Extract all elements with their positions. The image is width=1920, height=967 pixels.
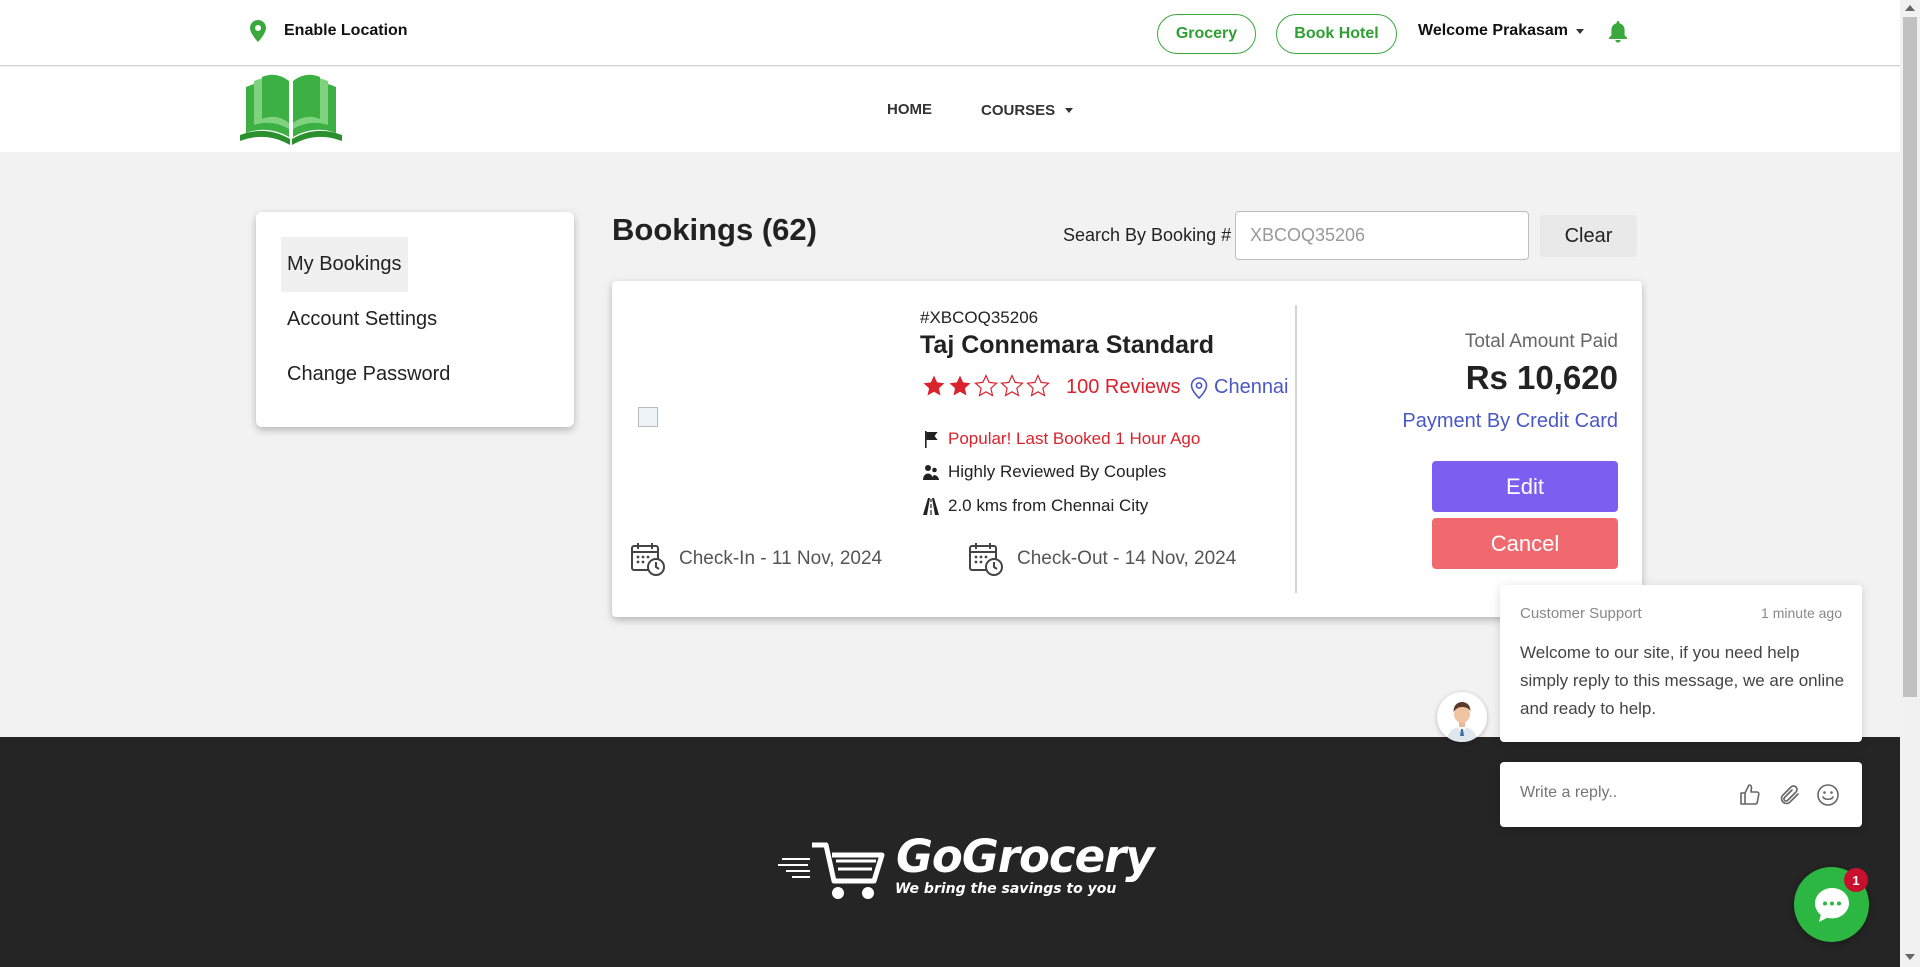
- nav-courses-dropdown[interactable]: COURSES: [981, 102, 1074, 119]
- user-menu[interactable]: Welcome Prakasam: [1418, 22, 1585, 40]
- main-navbar: HOME COURSES: [0, 67, 1900, 152]
- chevron-down-icon: [1065, 108, 1074, 113]
- nav-courses-label: COURSES: [981, 102, 1056, 119]
- thumbs-up-icon[interactable]: [1738, 783, 1762, 807]
- couples-text: Highly Reviewed By Couples: [948, 462, 1167, 481]
- book-hotel-button[interactable]: Book Hotel: [1276, 14, 1397, 54]
- smiley-icon[interactable]: [1816, 783, 1840, 807]
- amount-label: Total Amount Paid: [1464, 331, 1618, 352]
- page-title: Bookings (62): [612, 212, 817, 247]
- unread-badge: 1: [1844, 868, 1868, 892]
- booking-number: #XBCOQ35206: [920, 308, 1039, 327]
- sidebar-item-change-password[interactable]: Change Password: [281, 347, 456, 402]
- clear-button[interactable]: Clear: [1540, 215, 1637, 257]
- paperclip-icon[interactable]: [1778, 783, 1802, 807]
- calendar-clock-icon: [631, 543, 665, 576]
- distance-note: 2.0 kms from Chennai City: [923, 496, 1148, 516]
- booking-search-input[interactable]: [1235, 211, 1529, 260]
- chat-reply-box: [1500, 762, 1862, 827]
- location-pin-icon: [1190, 376, 1208, 399]
- checkout-date: Check-Out - 14 Nov, 2024: [968, 541, 1236, 577]
- book-logo[interactable]: [238, 73, 344, 147]
- account-sidebar: My Bookings Account Settings Change Pass…: [256, 212, 574, 427]
- hotel-location-link[interactable]: Chennai: [1190, 376, 1289, 399]
- hotel-image[interactable]: [638, 407, 658, 427]
- chat-sender: Customer Support: [1520, 605, 1642, 622]
- map-pin-icon: [250, 20, 266, 42]
- popular-note: Popular! Last Booked 1 Hour Ago: [923, 429, 1200, 449]
- couples-note: Highly Reviewed By Couples: [923, 462, 1166, 482]
- calendar-clock-icon: [969, 543, 1003, 576]
- flag-icon: [925, 430, 938, 448]
- brand-name: GoGrocery: [896, 830, 1155, 883]
- nav-home-link[interactable]: HOME: [887, 101, 932, 118]
- sidebar-item-account-settings[interactable]: Account Settings: [281, 292, 443, 347]
- star-filled-icon: [949, 375, 971, 396]
- star-empty-icon: [1000, 374, 1024, 397]
- edit-button[interactable]: Edit: [1432, 461, 1618, 512]
- scroll-thumb[interactable]: [1903, 17, 1917, 697]
- reviews-link[interactable]: 100 Reviews: [1066, 376, 1181, 399]
- star-filled-icon: [923, 375, 945, 396]
- scroll-up-icon[interactable]: [1905, 5, 1915, 11]
- chat-reply-input[interactable]: [1520, 784, 1720, 802]
- chat-timestamp: 1 minute ago: [1761, 605, 1842, 621]
- users-icon: [923, 464, 939, 480]
- welcome-label: Welcome Prakasam: [1418, 22, 1569, 39]
- support-agent-avatar: [1437, 692, 1487, 742]
- top-bar: Enable Location Grocery Book Hotel Welco…: [0, 0, 1900, 66]
- search-label: Search By Booking #: [1063, 225, 1232, 245]
- booking-card: #XBCOQ35206 Taj Connemara Standard 100 R…: [612, 281, 1642, 617]
- bell-icon[interactable]: [1608, 21, 1628, 43]
- card-divider: [1295, 305, 1297, 593]
- grocery-button[interactable]: Grocery: [1157, 14, 1256, 54]
- cart-logo: [778, 842, 885, 899]
- gogrocery-logo[interactable]: GoGrocery We bring the savings to you: [778, 830, 1155, 905]
- checkin-text: Check-In - 11 Nov, 2024: [679, 548, 883, 569]
- amount-value: Rs 10,620: [1465, 359, 1618, 396]
- checkout-text: Check-Out - 14 Nov, 2024: [1017, 548, 1237, 569]
- star-empty-icon: [974, 374, 998, 397]
- hotel-city: Chennai: [1214, 376, 1289, 398]
- chat-message-bubble[interactable]: Customer Support 1 minute ago Welcome to…: [1500, 585, 1862, 742]
- checkin-date: Check-In - 11 Nov, 2024: [630, 541, 882, 577]
- star-rating: [922, 374, 1050, 398]
- hotel-name[interactable]: Taj Connemara Standard: [920, 331, 1214, 360]
- scroll-down-icon[interactable]: [1905, 954, 1915, 960]
- sidebar-item-my-bookings[interactable]: My Bookings: [281, 237, 408, 292]
- road-icon: [923, 497, 939, 515]
- enable-location-label: Enable Location: [284, 22, 408, 39]
- chat-message-text: Welcome to our site, if you need help si…: [1520, 643, 1845, 718]
- chat-bubble-icon: [1815, 888, 1849, 922]
- star-empty-icon: [1026, 374, 1050, 397]
- enable-location-link[interactable]: Enable Location: [250, 20, 408, 42]
- distance-text: 2.0 kms from Chennai City: [948, 496, 1149, 515]
- cancel-button[interactable]: Cancel: [1432, 518, 1618, 569]
- payment-method: Payment By Credit Card: [1402, 410, 1618, 432]
- page-scrollbar[interactable]: [1900, 0, 1920, 967]
- chevron-down-icon: [1576, 28, 1585, 34]
- brand-tagline: We bring the savings to you: [895, 881, 1117, 897]
- popular-text: Popular! Last Booked 1 Hour Ago: [948, 429, 1201, 448]
